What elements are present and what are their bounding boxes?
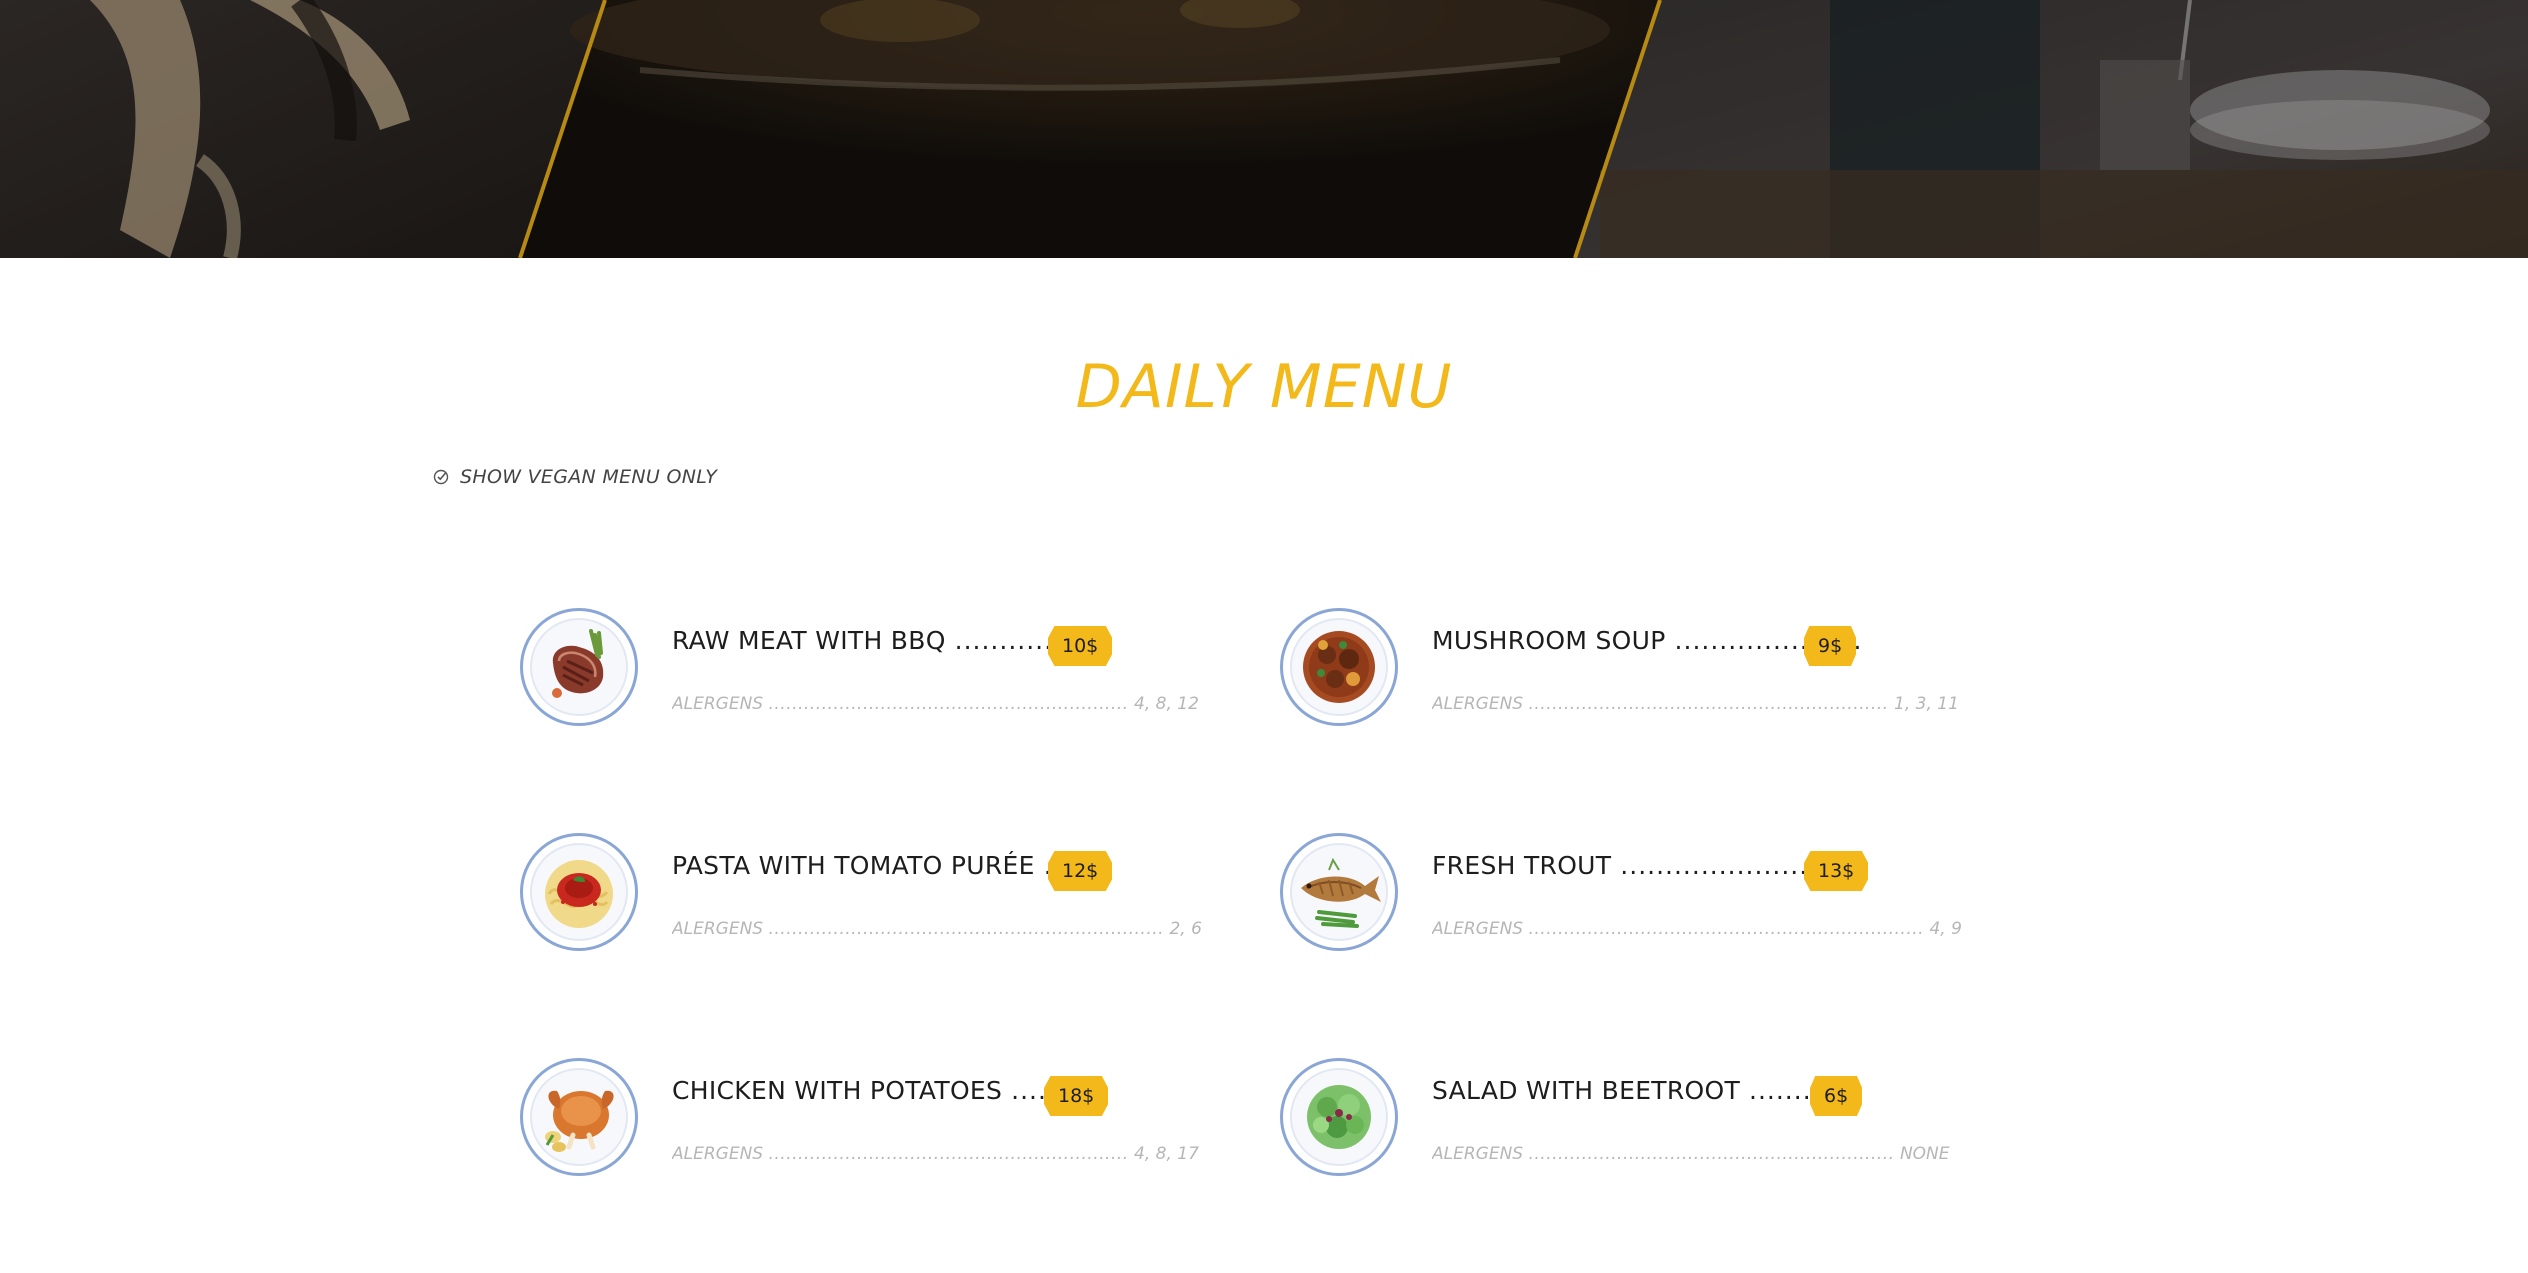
price-tag: 13$ [1804, 851, 1869, 891]
hero-background-image [0, 0, 2528, 258]
allergen-values: 2, 6 [1169, 919, 1202, 939]
allergen-label: ALERGENS [672, 694, 764, 714]
item-name-row: MUSHROOM SOUP ..........................… [1432, 626, 1862, 668]
chicken-plate-icon [520, 1058, 638, 1176]
fish-plate-icon [1280, 833, 1398, 951]
allergen-row: ALERGENS ...............................… [672, 1144, 1199, 1168]
allergen-row: ALERGENS ...............................… [1432, 694, 1959, 718]
menu-item-pasta[interactable]: PASTA WITH TOMATO PURÉE ................… [520, 833, 1220, 953]
allergen-label: ALERGENS [672, 1144, 764, 1164]
item-name-row: RAW MEAT WITH BBQ ......................… [672, 626, 1102, 668]
price-tag: 6$ [1810, 1076, 1863, 1116]
menu-item-raw-meat[interactable]: RAW MEAT WITH BBQ ......................… [520, 608, 1220, 728]
vegan-filter-label: SHOW VEGAN MENU ONLY [460, 466, 718, 488]
item-name: CHICKEN WITH POTATOES [672, 1076, 1003, 1105]
price-tag: 18$ [1044, 1076, 1109, 1116]
item-name: RAW MEAT WITH BBQ [672, 626, 946, 655]
pasta-plate-icon [520, 833, 638, 951]
leader-dots: ........................................… [768, 694, 1129, 714]
price-tag: 12$ [1048, 851, 1113, 891]
item-name: PASTA WITH TOMATO PURÉE [672, 851, 1035, 880]
leader-dots: ........................................… [1528, 694, 1889, 714]
section-title: DAILY MENU [1075, 352, 1453, 422]
menu-item-mushroom-soup[interactable]: MUSHROOM SOUP ..........................… [1280, 608, 1980, 728]
hero-banner [0, 0, 2528, 258]
allergen-label: ALERGENS [672, 919, 764, 939]
leader-dots: ........................................… [1528, 1144, 1895, 1164]
allergen-label: ALERGENS [1432, 919, 1524, 939]
allergen-row: ALERGENS ...............................… [672, 694, 1199, 718]
allergen-values: 1, 3, 11 [1894, 694, 1959, 714]
item-name-row: FRESH TROUT ............................… [1432, 851, 1862, 893]
item-name-row: SALAD WITH BEETROOT ....................… [1432, 1076, 1862, 1118]
item-name-row: CHICKEN WITH POTATOES ..................… [672, 1076, 1102, 1118]
allergen-values: 4, 8, 12 [1134, 694, 1199, 714]
allergen-values: NONE [1899, 1144, 1950, 1164]
allergen-label: ALERGENS [1432, 694, 1524, 714]
leader-dots: ........................................… [768, 1144, 1129, 1164]
item-name: SALAD WITH BEETROOT [1432, 1076, 1741, 1105]
allergen-row: ALERGENS ...............................… [1432, 919, 1962, 943]
item-name-row: PASTA WITH TOMATO PURÉE ................… [672, 851, 1102, 893]
soup-plate-icon [1280, 608, 1398, 726]
menu-item-chicken[interactable]: CHICKEN WITH POTATOES ..................… [520, 1058, 1220, 1178]
menu-item-fresh-trout[interactable]: FRESH TROUT ............................… [1280, 833, 1980, 953]
price-tag: 10$ [1048, 626, 1113, 666]
leader-dots: ........................................… [1528, 919, 1925, 939]
item-name: MUSHROOM SOUP [1432, 626, 1666, 655]
steak-plate-icon [520, 608, 638, 726]
allergen-values: 4, 8, 17 [1134, 1144, 1199, 1164]
allergen-row: ALERGENS ...............................… [672, 919, 1202, 943]
vegan-filter-toggle[interactable]: SHOW VEGAN MENU ONLY [432, 466, 717, 488]
check-circle-icon[interactable] [432, 468, 450, 486]
leader-dots: ........................................… [768, 919, 1165, 939]
allergen-values: 4, 9 [1929, 919, 1962, 939]
allergen-label: ALERGENS [1432, 1144, 1524, 1164]
item-name: FRESH TROUT [1432, 851, 1612, 880]
menu-item-salad[interactable]: SALAD WITH BEETROOT ....................… [1280, 1058, 1980, 1178]
salad-plate-icon [1280, 1058, 1398, 1176]
price-tag: 9$ [1804, 626, 1857, 666]
allergen-row: ALERGENS ...............................… [1432, 1144, 1950, 1168]
